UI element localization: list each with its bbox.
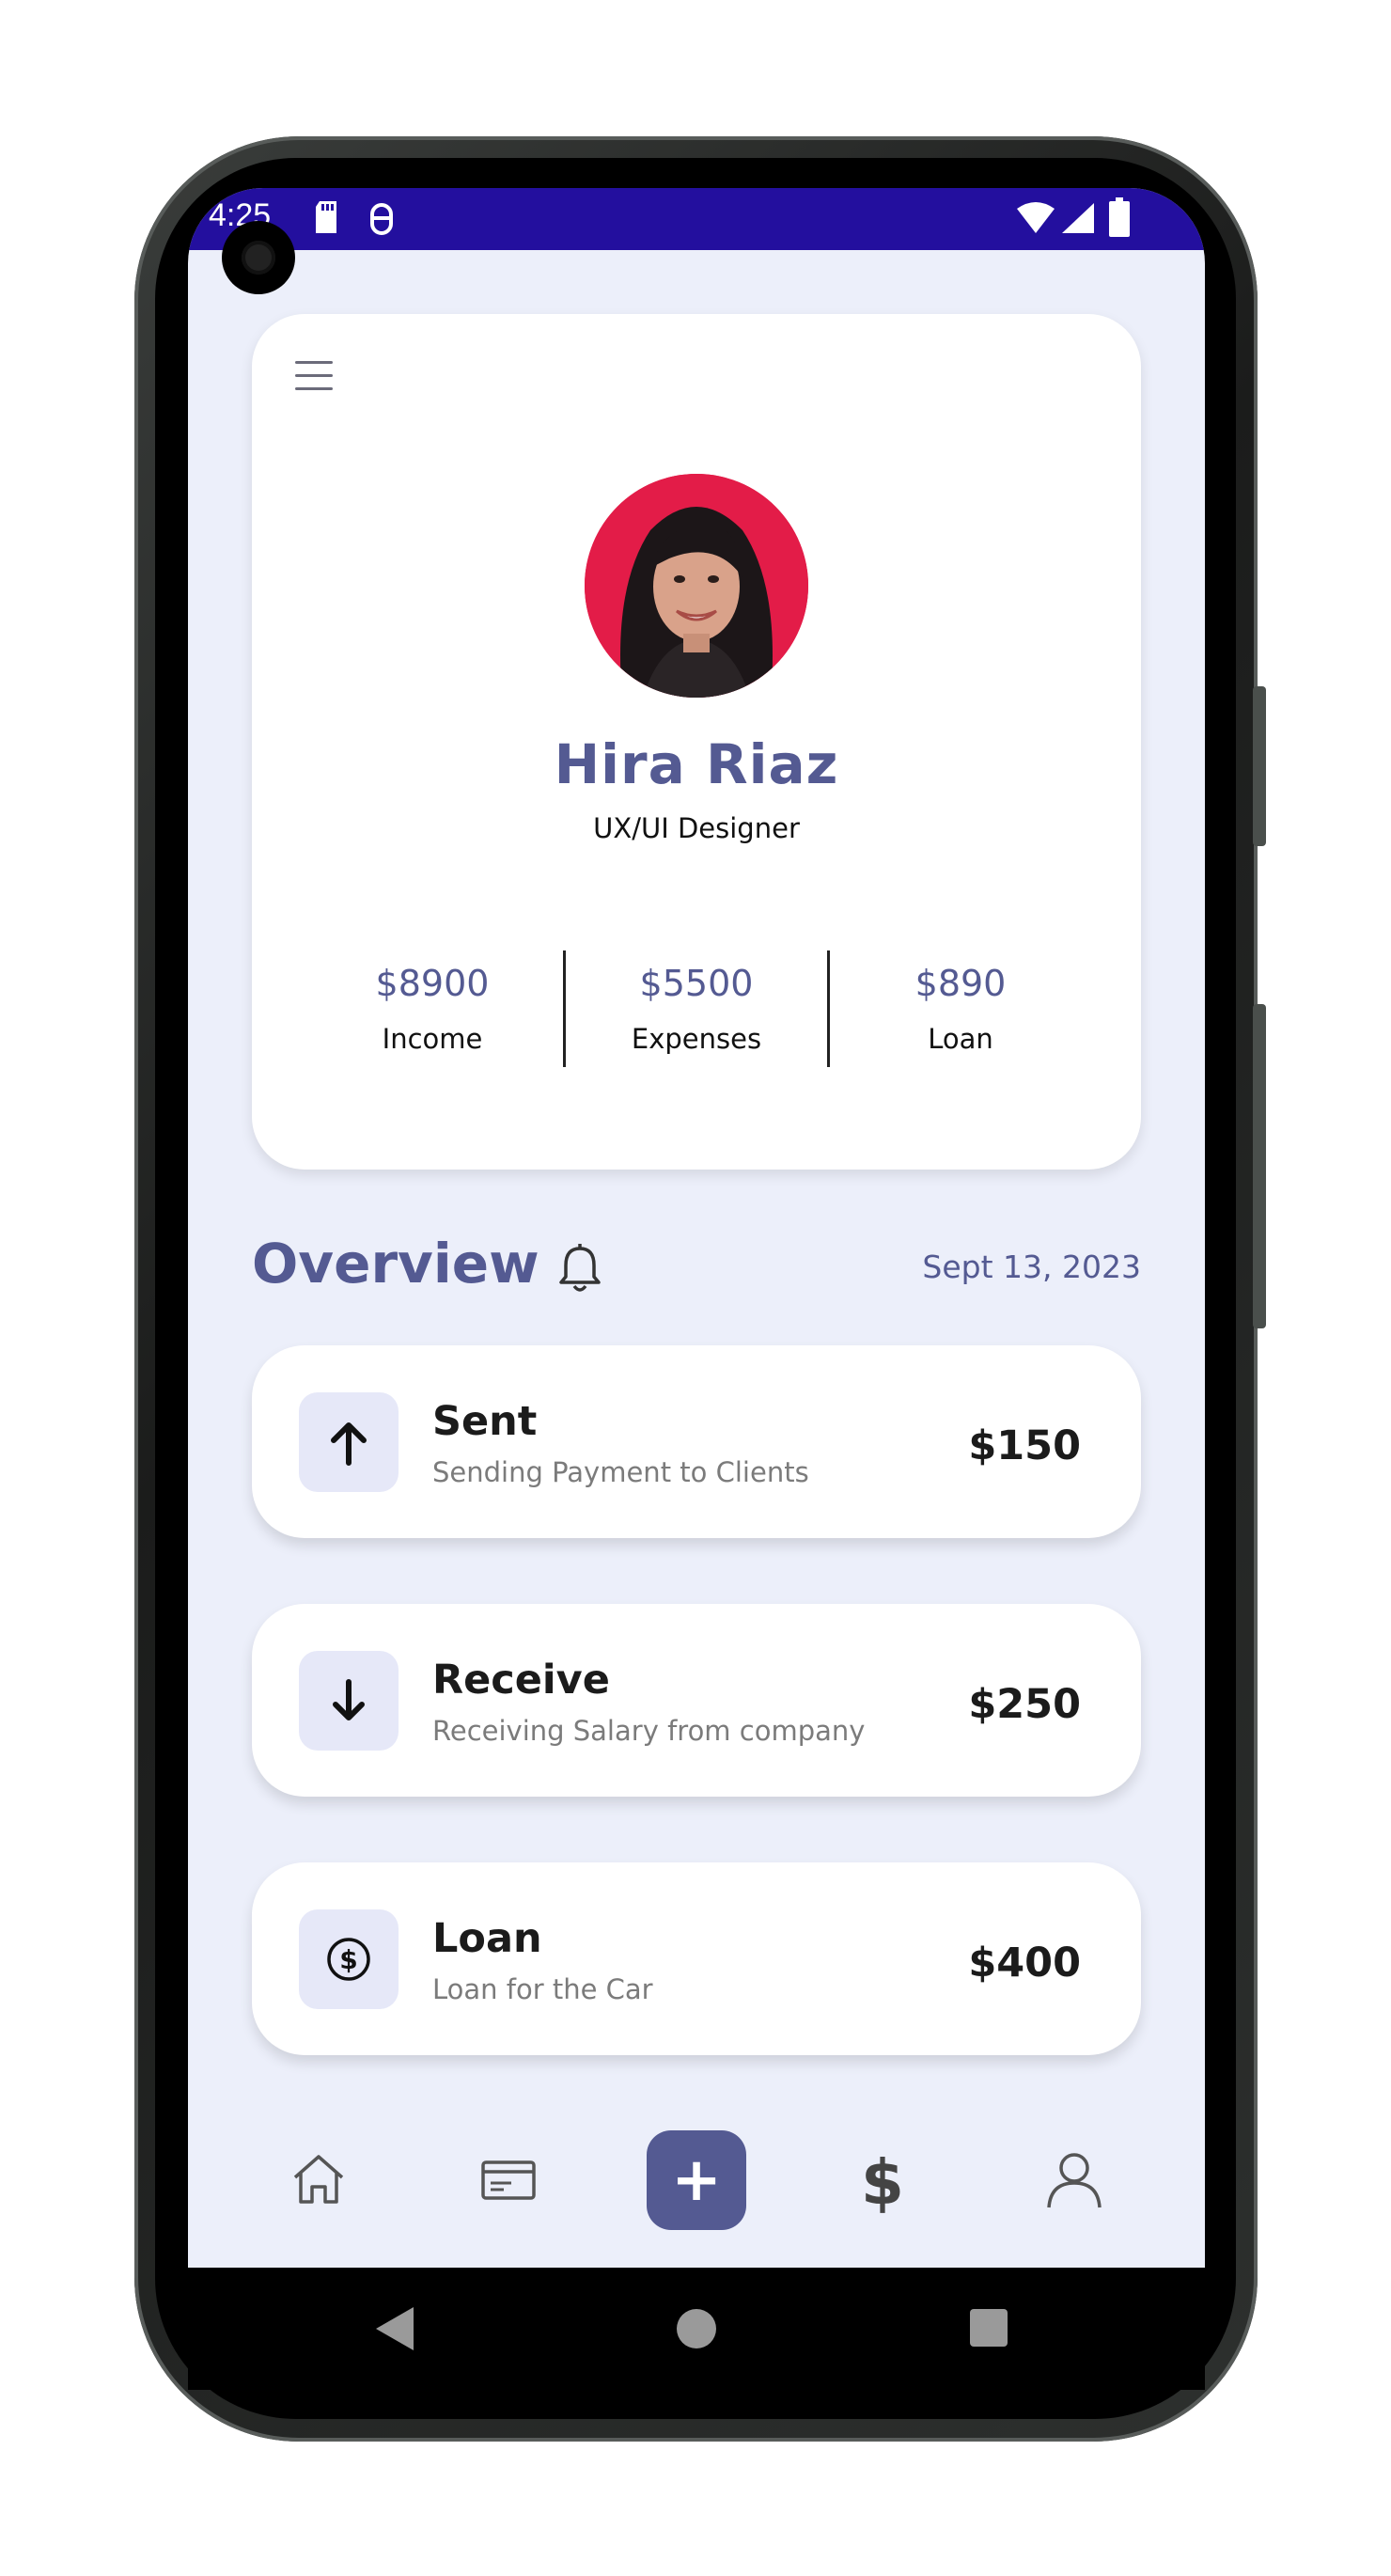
home-button-icon[interactable] [677,2309,716,2348]
arrow-down-icon [333,1679,365,1720]
transaction-card-receive[interactable]: Receive Receiving Salary from company $2… [252,1604,1141,1797]
card-icon[interactable] [476,2147,541,2213]
transaction-icon-box [299,1392,399,1492]
stat-label: Expenses [631,1023,762,1055]
transaction-amount: $250 [968,1681,1081,1728]
stat-value: $5500 [639,963,754,1004]
transaction-icon-box [299,1651,399,1751]
transaction-title: Loan [432,1915,542,1962]
stat-value: $8900 [375,963,490,1004]
transaction-title: Sent [432,1398,538,1445]
transaction-card-loan[interactable]: $ Loan Loan for the Car $400 [252,1862,1141,2055]
arrow-up-icon [331,1422,367,1466]
volume-button [1253,1004,1266,1328]
back-icon[interactable] [372,2303,417,2354]
recents-icon[interactable] [970,2309,1008,2347]
add-icon: + [671,2145,722,2215]
stat-expenses: $5500 Expenses [584,963,809,1055]
transaction-title: Receive [432,1657,610,1704]
transaction-icon-box: $ [299,1909,399,2009]
android-nav-bar [188,2268,1205,2390]
transaction-amount: $400 [968,1940,1081,1987]
transaction-subtitle: Loan for the Car [432,1973,653,2005]
stat-value: $890 [914,963,1007,1004]
transaction-subtitle: Sending Payment to Clients [432,1456,809,1488]
stat-label: Income [382,1023,483,1055]
profile-card: Hira Riaz UX/UI Designer $8900 Income $5… [252,314,1141,1170]
signal-icon [1062,203,1094,233]
home-icon[interactable] [286,2147,352,2213]
sd-card-icon [316,201,336,233]
profile-role: UX/UI Designer [593,812,800,844]
transaction-amount: $150 [968,1422,1081,1469]
dollar-circle-icon: $ [327,1938,370,1981]
svg-text:$: $ [339,1944,357,1975]
app-screen: 4:25 Hira Riaz UX/UI Designer $8900 Inco… [188,188,1205,2268]
svg-text:$: $ [861,2147,904,2213]
battery-icon [1109,197,1130,237]
debug-icon [370,203,393,235]
overview-date: Sept 13, 2023 [922,1249,1141,1285]
wifi-icon [1017,202,1055,233]
power-button [1253,686,1266,846]
stat-loan: $890 Loan [848,963,1073,1055]
status-bar: 4:25 [188,188,1205,250]
avatar-image [585,474,808,698]
profile-icon[interactable] [1041,2147,1107,2213]
profile-name: Hira Riaz [554,732,839,796]
bell-icon[interactable] [556,1243,603,1294]
overview-title: Overview [252,1232,539,1296]
avatar [585,474,808,698]
dollar-icon[interactable]: $ [850,2147,915,2213]
stat-label: Loan [928,1023,993,1055]
transaction-card-sent[interactable]: Sent Sending Payment to Clients $150 [252,1345,1141,1538]
transaction-subtitle: Receiving Salary from company [432,1715,866,1747]
menu-icon[interactable] [295,361,333,391]
stat-divider [563,950,566,1067]
stat-divider [827,950,830,1067]
front-camera [222,221,295,294]
add-button[interactable]: + [647,2130,746,2230]
stat-income: $8900 Income [320,963,545,1055]
